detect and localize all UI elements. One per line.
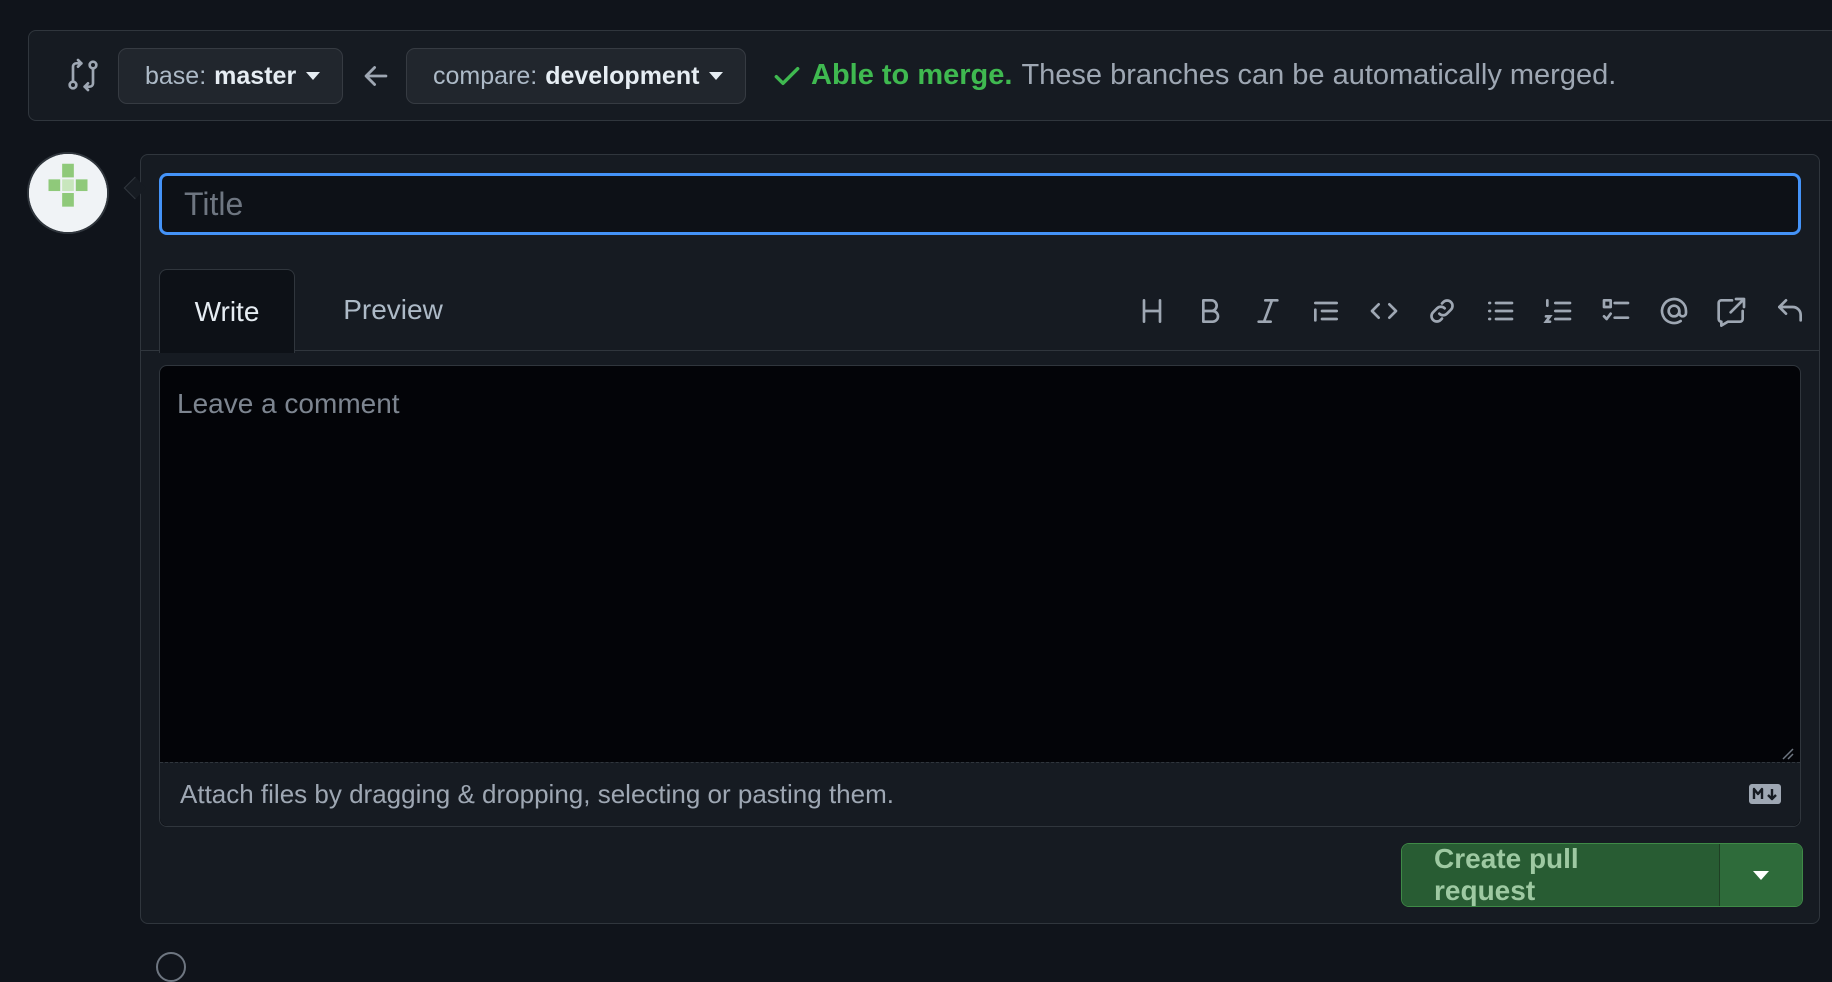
reply-icon bbox=[1778, 299, 1802, 322]
merge-message: These branches can be automatically merg… bbox=[1021, 59, 1617, 91]
merge-ok-text: Able to merge. bbox=[811, 59, 1013, 91]
cross-reference-button[interactable] bbox=[1703, 289, 1761, 333]
comment-textarea[interactable] bbox=[160, 366, 1800, 762]
chevron-down-icon bbox=[1753, 870, 1769, 880]
tab-write[interactable]: Write bbox=[159, 269, 295, 353]
avatar[interactable] bbox=[27, 152, 109, 234]
markdown-icon bbox=[1749, 784, 1781, 804]
compare-branch-prefix: compare: bbox=[433, 61, 538, 90]
code-icon bbox=[1370, 303, 1398, 319]
check-icon bbox=[774, 66, 800, 85]
form-pointer bbox=[123, 176, 147, 200]
chevron-down-icon bbox=[709, 72, 724, 80]
quote-icon bbox=[1314, 301, 1338, 322]
bold-icon bbox=[1202, 299, 1220, 323]
link-button[interactable] bbox=[1413, 289, 1471, 333]
mention-icon bbox=[1660, 297, 1688, 325]
compare-branch-select[interactable]: compare: development bbox=[406, 48, 746, 104]
tab-preview[interactable]: Preview bbox=[313, 269, 473, 351]
chevron-down-icon bbox=[306, 72, 321, 80]
attach-files-bar[interactable]: Attach files by dragging & dropping, sel… bbox=[160, 762, 1800, 826]
base-branch-prefix: base: bbox=[145, 61, 207, 90]
identicon-icon bbox=[29, 154, 107, 232]
base-branch-select[interactable]: base: master bbox=[118, 48, 343, 104]
merge-status: Able to merge. These branches can be aut… bbox=[771, 59, 1616, 92]
bulleted-list-button[interactable] bbox=[1471, 289, 1529, 333]
editor-tabs: Write Preview bbox=[141, 269, 1819, 353]
mention-button[interactable] bbox=[1645, 289, 1703, 333]
markdown-toolbar bbox=[1123, 289, 1819, 333]
create-pull-request-button[interactable]: Create pull request bbox=[1402, 844, 1720, 906]
code-button[interactable] bbox=[1355, 289, 1413, 333]
reply-button[interactable] bbox=[1761, 289, 1819, 333]
title-input[interactable] bbox=[159, 173, 1801, 235]
italic-button[interactable] bbox=[1239, 289, 1297, 333]
heading-icon bbox=[1142, 299, 1162, 323]
base-branch-value: master bbox=[214, 61, 297, 90]
create-pull-request-group: Create pull request bbox=[1401, 843, 1803, 907]
numbered-list-icon bbox=[1543, 299, 1572, 323]
italic-icon bbox=[1257, 299, 1279, 323]
attach-files-text: Attach files by dragging & dropping, sel… bbox=[180, 779, 894, 809]
arrow-left-icon bbox=[364, 66, 388, 86]
task-list-icon bbox=[1602, 299, 1630, 321]
info-icon bbox=[156, 952, 186, 982]
quote-button[interactable] bbox=[1297, 289, 1355, 333]
create-options-dropdown[interactable] bbox=[1720, 844, 1802, 906]
pull-request-form: Write Preview bbox=[123, 154, 1820, 924]
numbered-list-button[interactable] bbox=[1529, 289, 1587, 333]
resize-handle-icon[interactable] bbox=[1780, 746, 1794, 760]
git-compare-icon bbox=[68, 58, 98, 92]
bulleted-list-icon bbox=[1488, 301, 1514, 321]
compare-branch-value: development bbox=[545, 61, 700, 90]
task-list-button[interactable] bbox=[1587, 289, 1645, 333]
heading-button[interactable] bbox=[1123, 289, 1181, 333]
comment-editor: Attach files by dragging & dropping, sel… bbox=[159, 365, 1801, 827]
bold-button[interactable] bbox=[1181, 289, 1239, 333]
branch-compare-bar: base: master compare: development Able t… bbox=[28, 30, 1832, 121]
link-icon bbox=[1430, 299, 1454, 323]
cross-reference-icon bbox=[1717, 297, 1746, 327]
